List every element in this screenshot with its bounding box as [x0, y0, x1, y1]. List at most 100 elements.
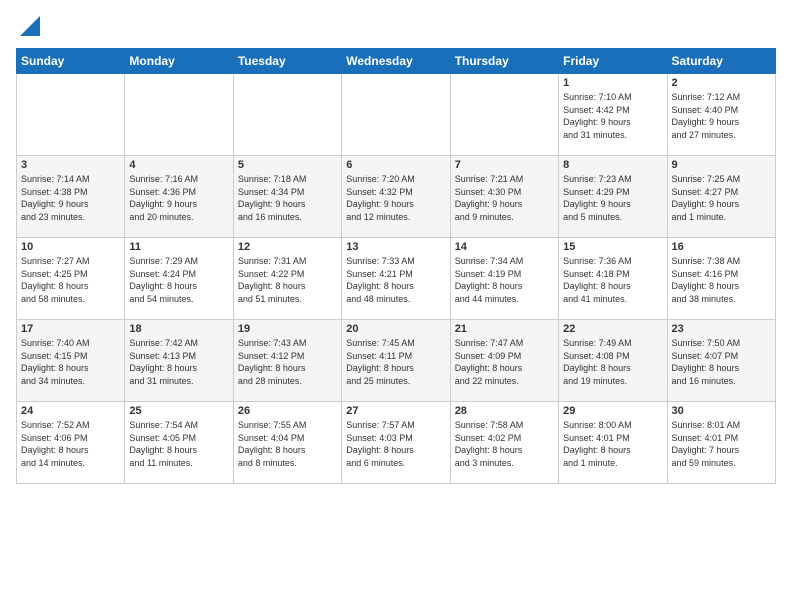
- calendar-cell: 24 Sunrise: 7:52 AM Sunset: 4:06 PM Dayli…: [17, 402, 125, 484]
- day-number: 14: [455, 241, 554, 253]
- day-number: 21: [455, 323, 554, 335]
- logo-text: [16, 16, 40, 36]
- day-number: 11: [129, 241, 228, 253]
- day-info: Sunrise: 7:55 AM Sunset: 4:04 PM Dayligh…: [238, 419, 337, 469]
- day-number: 2: [672, 77, 771, 89]
- day-info: Sunrise: 7:43 AM Sunset: 4:12 PM Dayligh…: [238, 337, 337, 387]
- day-number: 3: [21, 159, 120, 171]
- calendar-cell: [125, 74, 233, 156]
- calendar-cell: 12 Sunrise: 7:31 AM Sunset: 4:22 PM Dayli…: [233, 238, 341, 320]
- day-number: 24: [21, 405, 120, 417]
- calendar-cell: [342, 74, 450, 156]
- weekday-header: Thursday: [450, 49, 558, 74]
- calendar-cell: 20 Sunrise: 7:45 AM Sunset: 4:11 PM Dayli…: [342, 320, 450, 402]
- calendar-cell: 23 Sunrise: 7:50 AM Sunset: 4:07 PM Dayli…: [667, 320, 775, 402]
- day-info: Sunrise: 7:34 AM Sunset: 4:19 PM Dayligh…: [455, 255, 554, 305]
- day-number: 1: [563, 77, 662, 89]
- day-info: Sunrise: 7:54 AM Sunset: 4:05 PM Dayligh…: [129, 419, 228, 469]
- calendar-cell: 1 Sunrise: 7:10 AM Sunset: 4:42 PM Daylig…: [559, 74, 667, 156]
- day-info: Sunrise: 7:20 AM Sunset: 4:32 PM Dayligh…: [346, 173, 445, 223]
- day-info: Sunrise: 7:50 AM Sunset: 4:07 PM Dayligh…: [672, 337, 771, 387]
- day-number: 29: [563, 405, 662, 417]
- calendar-cell: 25 Sunrise: 7:54 AM Sunset: 4:05 PM Dayli…: [125, 402, 233, 484]
- calendar-cell: 7 Sunrise: 7:21 AM Sunset: 4:30 PM Daylig…: [450, 156, 558, 238]
- day-info: Sunrise: 7:31 AM Sunset: 4:22 PM Dayligh…: [238, 255, 337, 305]
- header-row: SundayMondayTuesdayWednesdayThursdayFrid…: [17, 49, 776, 74]
- day-info: Sunrise: 7:57 AM Sunset: 4:03 PM Dayligh…: [346, 419, 445, 469]
- calendar-cell: [17, 74, 125, 156]
- day-info: Sunrise: 7:25 AM Sunset: 4:27 PM Dayligh…: [672, 173, 771, 223]
- day-number: 28: [455, 405, 554, 417]
- day-info: Sunrise: 7:12 AM Sunset: 4:40 PM Dayligh…: [672, 91, 771, 141]
- calendar-cell: 21 Sunrise: 7:47 AM Sunset: 4:09 PM Dayli…: [450, 320, 558, 402]
- calendar-cell: 6 Sunrise: 7:20 AM Sunset: 4:32 PM Daylig…: [342, 156, 450, 238]
- day-number: 12: [238, 241, 337, 253]
- calendar-week: 24 Sunrise: 7:52 AM Sunset: 4:06 PM Dayli…: [17, 402, 776, 484]
- day-info: Sunrise: 7:23 AM Sunset: 4:29 PM Dayligh…: [563, 173, 662, 223]
- day-info: Sunrise: 7:16 AM Sunset: 4:36 PM Dayligh…: [129, 173, 228, 223]
- calendar-cell: 29 Sunrise: 8:00 AM Sunset: 4:01 PM Dayli…: [559, 402, 667, 484]
- day-info: Sunrise: 7:27 AM Sunset: 4:25 PM Dayligh…: [21, 255, 120, 305]
- calendar-cell: 18Sunrise: 7:42 AM Sunset: 4:13 PM Dayli…: [125, 320, 233, 402]
- calendar-cell: 3 Sunrise: 7:14 AM Sunset: 4:38 PM Daylig…: [17, 156, 125, 238]
- day-info: Sunrise: 7:45 AM Sunset: 4:11 PM Dayligh…: [346, 337, 445, 387]
- day-number: 23: [672, 323, 771, 335]
- weekday-header: Friday: [559, 49, 667, 74]
- day-info: Sunrise: 8:00 AM Sunset: 4:01 PM Dayligh…: [563, 419, 662, 469]
- day-info: Sunrise: 7:47 AM Sunset: 4:09 PM Dayligh…: [455, 337, 554, 387]
- day-number: 4: [129, 159, 228, 171]
- weekday-header: Monday: [125, 49, 233, 74]
- day-number: 15: [563, 241, 662, 253]
- calendar-cell: 10 Sunrise: 7:27 AM Sunset: 4:25 PM Dayli…: [17, 238, 125, 320]
- day-number: 6: [346, 159, 445, 171]
- day-number: 7: [455, 159, 554, 171]
- day-number: 19: [238, 323, 337, 335]
- calendar-cell: 17Sunrise: 7:40 AM Sunset: 4:15 PM Dayli…: [17, 320, 125, 402]
- calendar-week: 10 Sunrise: 7:27 AM Sunset: 4:25 PM Dayli…: [17, 238, 776, 320]
- day-info: Sunrise: 7:33 AM Sunset: 4:21 PM Dayligh…: [346, 255, 445, 305]
- day-number: 13: [346, 241, 445, 253]
- calendar-cell: [233, 74, 341, 156]
- calendar-week: 3 Sunrise: 7:14 AM Sunset: 4:38 PM Daylig…: [17, 156, 776, 238]
- calendar-cell: 28 Sunrise: 7:58 AM Sunset: 4:02 PM Dayli…: [450, 402, 558, 484]
- day-info: Sunrise: 7:38 AM Sunset: 4:16 PM Dayligh…: [672, 255, 771, 305]
- day-info: Sunrise: 7:52 AM Sunset: 4:06 PM Dayligh…: [21, 419, 120, 469]
- calendar-cell: 26 Sunrise: 7:55 AM Sunset: 4:04 PM Dayli…: [233, 402, 341, 484]
- day-number: 17: [21, 323, 120, 335]
- calendar-week: 17Sunrise: 7:40 AM Sunset: 4:15 PM Dayli…: [17, 320, 776, 402]
- day-info: Sunrise: 7:10 AM Sunset: 4:42 PM Dayligh…: [563, 91, 662, 141]
- day-info: Sunrise: 7:21 AM Sunset: 4:30 PM Dayligh…: [455, 173, 554, 223]
- calendar-cell: 27 Sunrise: 7:57 AM Sunset: 4:03 PM Dayli…: [342, 402, 450, 484]
- calendar-cell: 13 Sunrise: 7:33 AM Sunset: 4:21 PM Dayli…: [342, 238, 450, 320]
- day-info: Sunrise: 7:49 AM Sunset: 4:08 PM Dayligh…: [563, 337, 662, 387]
- day-info: Sunrise: 7:29 AM Sunset: 4:24 PM Dayligh…: [129, 255, 228, 305]
- calendar-cell: 5 Sunrise: 7:18 AM Sunset: 4:34 PM Daylig…: [233, 156, 341, 238]
- calendar-cell: 8 Sunrise: 7:23 AM Sunset: 4:29 PM Daylig…: [559, 156, 667, 238]
- day-number: 25: [129, 405, 228, 417]
- day-info: Sunrise: 7:58 AM Sunset: 4:02 PM Dayligh…: [455, 419, 554, 469]
- day-info: Sunrise: 7:18 AM Sunset: 4:34 PM Dayligh…: [238, 173, 337, 223]
- day-number: 20: [346, 323, 445, 335]
- day-number: 26: [238, 405, 337, 417]
- calendar-cell: [450, 74, 558, 156]
- day-number: 5: [238, 159, 337, 171]
- calendar-cell: 9 Sunrise: 7:25 AM Sunset: 4:27 PM Daylig…: [667, 156, 775, 238]
- calendar-cell: 22 Sunrise: 7:49 AM Sunset: 4:08 PM Dayli…: [559, 320, 667, 402]
- day-info: Sunrise: 8:01 AM Sunset: 4:01 PM Dayligh…: [672, 419, 771, 469]
- day-number: 16: [672, 241, 771, 253]
- day-number: 8: [563, 159, 662, 171]
- day-number: 27: [346, 405, 445, 417]
- logo-icon: [20, 16, 40, 36]
- calendar-cell: 16 Sunrise: 7:38 AM Sunset: 4:16 PM Dayli…: [667, 238, 775, 320]
- logo: [16, 16, 40, 36]
- calendar-cell: 14 Sunrise: 7:34 AM Sunset: 4:19 PM Dayli…: [450, 238, 558, 320]
- day-number: 30: [672, 405, 771, 417]
- calendar-cell: 4 Sunrise: 7:16 AM Sunset: 4:36 PM Daylig…: [125, 156, 233, 238]
- day-number: 9: [672, 159, 771, 171]
- calendar-table: SundayMondayTuesdayWednesdayThursdayFrid…: [16, 48, 776, 484]
- day-number: 22: [563, 323, 662, 335]
- day-number: 10: [21, 241, 120, 253]
- day-info: Sunrise: 7:14 AM Sunset: 4:38 PM Dayligh…: [21, 173, 120, 223]
- header: [16, 16, 776, 36]
- calendar-cell: 19 Sunrise: 7:43 AM Sunset: 4:12 PM Dayli…: [233, 320, 341, 402]
